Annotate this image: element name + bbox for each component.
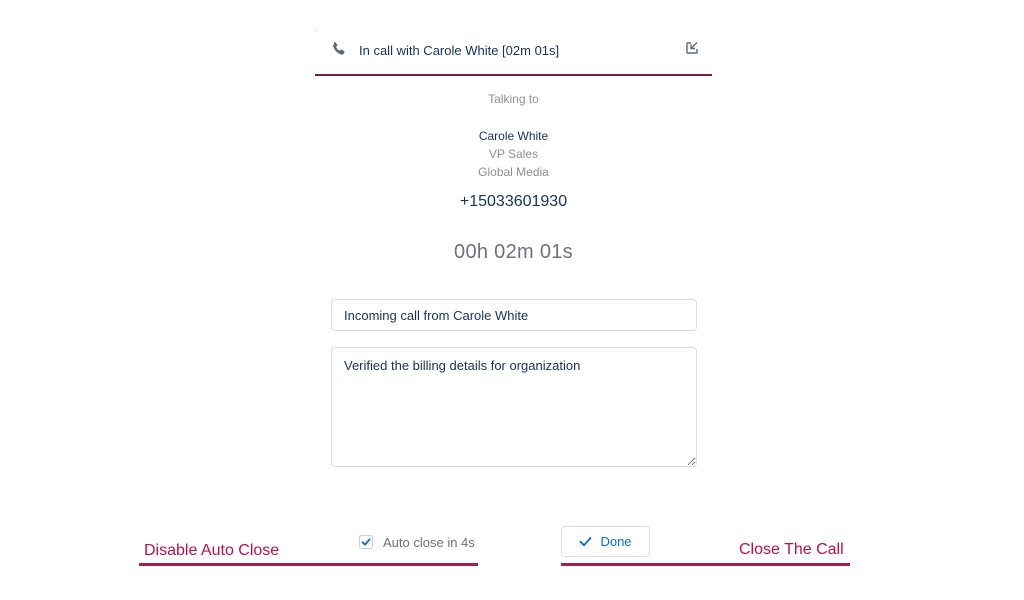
check-icon	[361, 538, 371, 546]
done-button-label: Done	[600, 534, 632, 549]
close-the-call-underline	[561, 563, 850, 566]
close-the-call-annotation: Close The Call	[739, 541, 844, 558]
contact-title: VP Sales	[488, 147, 539, 161]
done-button[interactable]: Done	[561, 526, 650, 557]
check-icon	[580, 537, 592, 547]
call-status-title: In call with Carole White [02m 01s]	[359, 43, 560, 58]
header-corner-mark	[315, 30, 316, 31]
call-subject-input[interactable]	[331, 299, 697, 331]
phone-icon	[333, 42, 345, 55]
call-header: In call with Carole White [02m 01s]	[315, 30, 712, 76]
auto-close-checkbox[interactable]: Auto close in 4s	[359, 533, 475, 551]
contact-name: Carole White	[478, 129, 549, 143]
auto-close-label: Auto close in 4s	[383, 534, 475, 550]
contact-company: Global Media	[478, 165, 549, 179]
popout-icon[interactable]	[685, 41, 699, 55]
talking-to-label: Talking to	[488, 92, 539, 106]
call-timer: 00h 02m 01s	[454, 241, 573, 263]
auto-close-checkbox-box[interactable]	[359, 535, 373, 549]
softphone-panel: In call with Carole White [02m 01s] Talk…	[0, 0, 1024, 600]
call-notes-textarea[interactable]: Verified the billing details for organiz…	[331, 347, 697, 467]
disable-auto-close-annotation: Disable Auto Close	[144, 542, 280, 559]
disable-auto-close-underline	[139, 563, 478, 566]
contact-phone-number: +15033601930	[459, 193, 568, 210]
